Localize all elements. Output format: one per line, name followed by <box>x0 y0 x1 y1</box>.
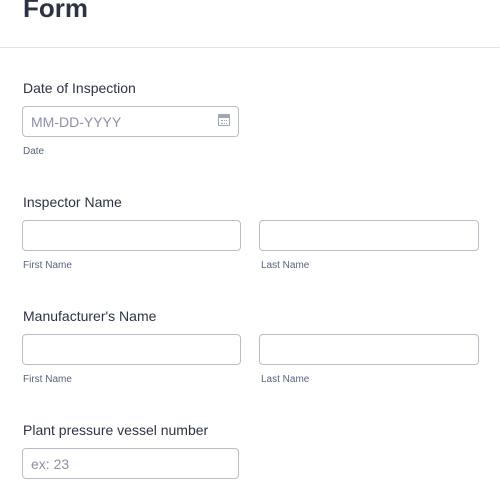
inspector-name-label: Inspector Name <box>23 194 122 210</box>
manufacturer-first-name-sublabel: First Name <box>23 374 72 385</box>
date-of-inspection-label: Date of Inspection <box>23 80 136 96</box>
date-sublabel: Date <box>23 146 45 157</box>
inspector-first-name-input[interactable] <box>22 220 241 251</box>
manufacturer-name-label: Manufacturer's Name <box>23 308 157 324</box>
inspector-last-name-sublabel: Last Name <box>261 260 310 271</box>
manufacturer-last-name-sublabel: Last Name <box>261 374 310 385</box>
inspector-last-name-input[interactable] <box>259 220 479 251</box>
calendar-icon[interactable] <box>218 114 230 126</box>
vessel-number-input[interactable] <box>22 448 239 479</box>
vessel-number-label: Plant pressure vessel number <box>23 422 209 438</box>
manufacturer-first-name-input[interactable] <box>22 334 241 365</box>
date-of-inspection-input[interactable] <box>22 106 239 137</box>
form-page: Form Date of Inspection Date Inspector N… <box>0 0 500 484</box>
inspector-first-name-sublabel: First Name <box>23 260 72 271</box>
header-divider <box>0 47 500 48</box>
form-title: Form <box>23 0 88 23</box>
manufacturer-last-name-input[interactable] <box>259 334 479 365</box>
